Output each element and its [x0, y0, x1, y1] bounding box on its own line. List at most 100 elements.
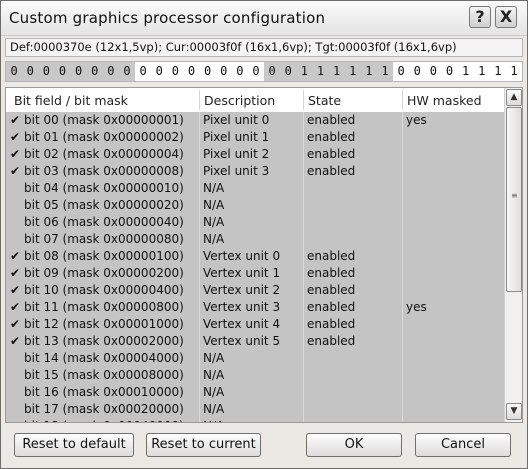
- vertical-scrollbar[interactable]: ▲ ≡ ▼: [504, 88, 522, 422]
- bit-field-cell: ✔bit 17 (mask 0x00020000): [10, 402, 200, 416]
- bit-cell[interactable]: 1: [296, 62, 313, 81]
- table-row[interactable]: ✔bit 06 (mask 0x00000040)N/A: [6, 214, 504, 231]
- bit-cell[interactable]: 0: [393, 62, 410, 81]
- table-row[interactable]: ✔ bit 02 (mask 0x00000004) Pixel unit 2 ena…: [6, 146, 504, 163]
- bit-cell[interactable]: 1: [328, 62, 345, 81]
- bit-cell[interactable]: 1: [489, 62, 506, 81]
- bit-cell[interactable]: 0: [280, 62, 297, 81]
- bit-cell[interactable]: 0: [231, 62, 248, 81]
- checkmark-icon[interactable]: ✔: [10, 249, 24, 263]
- bit-cell[interactable]: 0: [183, 62, 200, 81]
- table-row[interactable]: ✔ bit 08 (mask 0x00000100) Vertex unit 0 en…: [6, 248, 504, 265]
- bit-cell[interactable]: 1: [376, 62, 393, 81]
- checkmark-icon[interactable]: ✔: [10, 334, 24, 348]
- bit-cell[interactable]: 0: [264, 62, 281, 81]
- table-row[interactable]: ✔bit 05 (mask 0x00000020)N/A: [6, 197, 504, 214]
- list-header: Bit field / bit mask Description State H…: [6, 88, 504, 113]
- checkmark-icon[interactable]: ✔: [10, 164, 24, 178]
- table-row[interactable]: ✔bit 16 (mask 0x00010000)N/A: [6, 384, 504, 401]
- column-separator[interactable]: [402, 90, 403, 110]
- title-bar[interactable]: Custom graphics processor configuration …: [1, 1, 527, 36]
- description-cell: N/A: [203, 419, 299, 422]
- bit-cell[interactable]: 0: [151, 62, 168, 81]
- description-cell: Pixel unit 1: [203, 130, 270, 144]
- checkmark-icon[interactable]: ✔: [10, 266, 24, 280]
- description-cell: N/A: [203, 181, 225, 195]
- table-row[interactable]: ✔ bit 13 (mask 0x00002000) Vertex unit 5 en…: [6, 333, 504, 350]
- scroll-up-icon[interactable]: ▲: [506, 89, 522, 106]
- column-header-bit-field[interactable]: Bit field / bit mask: [14, 93, 128, 108]
- bit-cell[interactable]: 1: [457, 62, 474, 81]
- bit-cell[interactable]: 0: [135, 62, 152, 81]
- scroll-thumb[interactable]: ≡: [506, 107, 522, 292]
- table-row[interactable]: ✔bit 07 (mask 0x00000080)N/A: [6, 231, 504, 248]
- table-row[interactable]: ✔bit 17 (mask 0x00020000)N/A: [6, 401, 504, 418]
- bit-cell[interactable]: 1: [312, 62, 329, 81]
- description-cell: Vertex unit 3: [203, 300, 281, 314]
- bit-cell[interactable]: 0: [409, 62, 426, 81]
- column-separator[interactable]: [199, 90, 200, 110]
- cell-divider: [303, 112, 304, 129]
- table-row[interactable]: ✔bit 18 (mask 0x00040000)N/A: [6, 418, 504, 422]
- bit-cell[interactable]: 0: [86, 62, 103, 81]
- bit-cell[interactable]: 1: [473, 62, 490, 81]
- table-row[interactable]: ✔ bit 09 (mask 0x00000200) Vertex unit 1 en…: [6, 265, 504, 282]
- cell-divider: [303, 163, 304, 180]
- table-row[interactable]: ✔ bit 00 (mask 0x00000001) Pixel unit 0 ena…: [6, 112, 504, 129]
- table-row[interactable]: ✔ bit 12 (mask 0x00001000) Vertex unit 4 en…: [6, 316, 504, 333]
- checkmark-icon[interactable]: ✔: [10, 147, 24, 161]
- bit-field-label: bit 03 (mask 0x00000008): [24, 164, 184, 178]
- checkmark-icon[interactable]: ✔: [10, 113, 24, 127]
- table-row[interactable]: ✔bit 14 (mask 0x00004000)N/A: [6, 350, 504, 367]
- bit-cell[interactable]: 0: [102, 62, 119, 81]
- column-header-state[interactable]: State: [308, 93, 341, 108]
- ok-button[interactable]: OK: [306, 433, 402, 457]
- bit-field-cell: ✔ bit 10 (mask 0x00000400): [10, 283, 200, 297]
- bit-cell[interactable]: 0: [247, 62, 264, 81]
- checkmark-icon[interactable]: ✔: [10, 317, 24, 331]
- bit-cell[interactable]: 0: [54, 62, 71, 81]
- bit-field-cell: ✔ bit 09 (mask 0x00000200): [10, 266, 200, 280]
- table-row[interactable]: ✔bit 15 (mask 0x00008000)N/A: [6, 367, 504, 384]
- bit-cell[interactable]: 1: [360, 62, 377, 81]
- scroll-down-icon[interactable]: ▼: [506, 403, 522, 420]
- bit-cell[interactable]: 0: [118, 62, 135, 81]
- table-row[interactable]: ✔bit 04 (mask 0x00000010)N/A: [6, 180, 504, 197]
- cancel-button[interactable]: Cancel: [415, 433, 511, 457]
- bit-cell[interactable]: 0: [38, 62, 55, 81]
- cell-divider: [402, 197, 403, 214]
- description-cell: Pixel unit 2: [203, 147, 270, 161]
- bit-cell[interactable]: 0: [199, 62, 216, 81]
- bit-cell[interactable]: 1: [344, 62, 361, 81]
- description-cell: Pixel unit 0: [203, 113, 270, 127]
- reset-to-current-button[interactable]: Reset to current: [146, 433, 261, 457]
- bit-cell[interactable]: 0: [6, 62, 23, 81]
- checkmark-icon[interactable]: ✔: [10, 130, 24, 144]
- bit-cell[interactable]: 0: [22, 62, 39, 81]
- cell-divider: [199, 316, 200, 333]
- description-cell: Vertex unit 2: [203, 283, 281, 297]
- bit-cell[interactable]: 0: [441, 62, 458, 81]
- bit-cell[interactable]: 0: [167, 62, 184, 81]
- bit-field-label: bit 13 (mask 0x00002000): [24, 334, 184, 348]
- checkmark-icon[interactable]: ✔: [10, 283, 24, 297]
- table-row[interactable]: ✔ bit 11 (mask 0x00000800) Vertex unit 3 en…: [6, 299, 504, 316]
- checkmark-icon[interactable]: ✔: [10, 300, 24, 314]
- bit-cell[interactable]: 0: [70, 62, 87, 81]
- bit-cell[interactable]: 1: [505, 62, 522, 81]
- table-row[interactable]: ✔ bit 03 (mask 0x00000008) Pixel unit 3 ena…: [6, 163, 504, 180]
- help-button[interactable]: ?: [469, 6, 491, 28]
- column-header-hw-masked[interactable]: HW masked: [407, 93, 482, 108]
- column-separator[interactable]: [303, 90, 304, 110]
- bit-field-label: bit 10 (mask 0x00000400): [24, 283, 184, 297]
- bit-cell[interactable]: 0: [215, 62, 232, 81]
- column-header-description[interactable]: Description: [204, 93, 275, 108]
- table-row[interactable]: ✔ bit 01 (mask 0x00000002) Pixel unit 1 ena…: [6, 129, 504, 146]
- close-button[interactable]: X: [495, 6, 517, 28]
- bit-cell[interactable]: 0: [425, 62, 442, 81]
- config-summary: Def:0000370e (12x1,5vp); Cur:00003f0f (1…: [5, 38, 523, 57]
- table-row[interactable]: ✔ bit 10 (mask 0x00000400) Vertex unit 2 en…: [6, 282, 504, 299]
- bit-field-label: bit 16 (mask 0x00010000): [24, 385, 184, 399]
- reset-to-default-button[interactable]: Reset to default: [14, 433, 134, 457]
- state-cell: enabled: [307, 334, 356, 348]
